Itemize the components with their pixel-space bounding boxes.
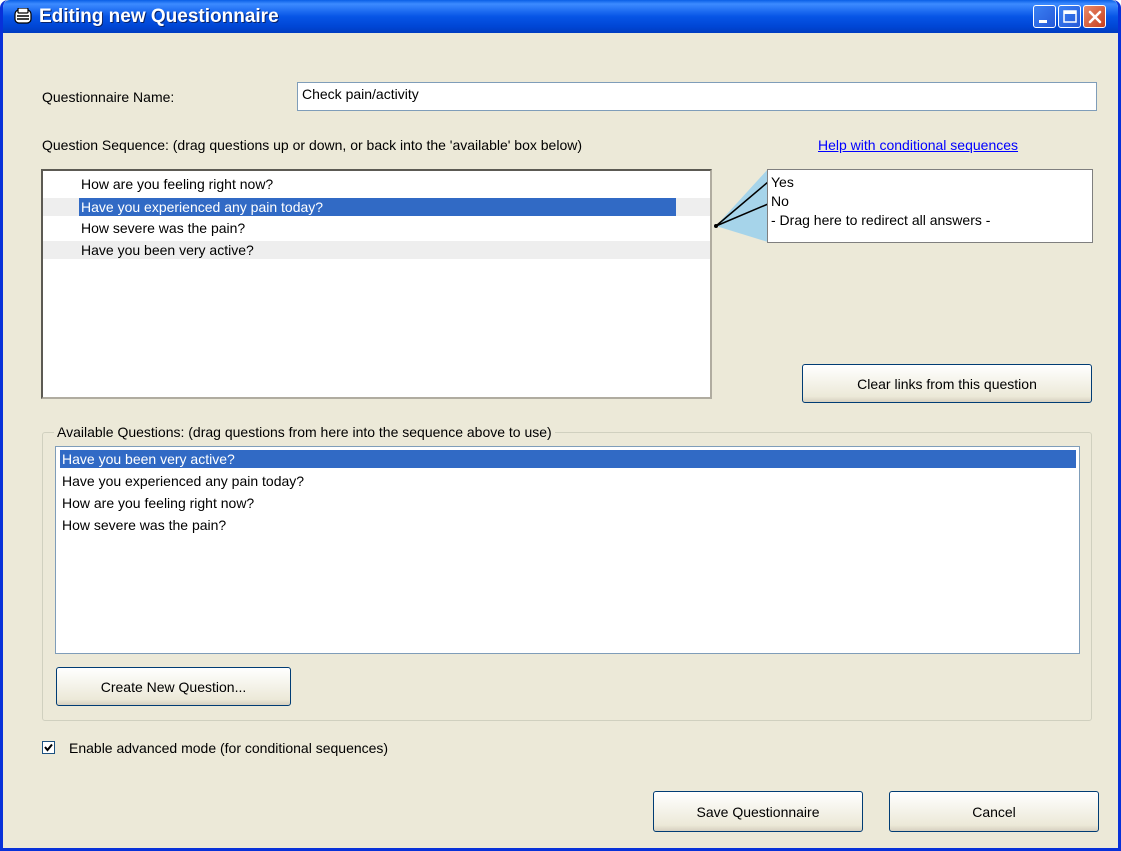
advanced-mode-checkbox[interactable] — [42, 741, 55, 754]
answer-links-list[interactable]: Yes No - Drag here to redirect all answe… — [767, 169, 1093, 243]
minimize-icon — [1039, 20, 1047, 23]
questionnaire-name-input[interactable]: Check pain/activity — [297, 82, 1097, 111]
help-conditional-link[interactable]: Help with conditional sequences — [818, 137, 1018, 153]
close-button[interactable] — [1083, 5, 1106, 28]
create-new-question-button[interactable]: Create New Question... — [56, 667, 291, 706]
sequence-item-selected[interactable]: Have you experienced any pain today? — [79, 198, 678, 216]
available-item-selected[interactable]: Have you been very active? — [60, 450, 1076, 468]
questionnaire-editor-window: Editing new Questionnaire Questionnaire … — [0, 0, 1121, 851]
sequence-row-band — [43, 198, 79, 216]
answer-link-connector — [714, 169, 769, 242]
sequence-item[interactable]: How severe was the pain? — [81, 219, 709, 237]
available-item[interactable]: How are you feeling right now? — [62, 494, 254, 512]
answer-no[interactable]: No — [771, 192, 789, 210]
available-questions-caption: Available Questions: (drag questions fro… — [54, 424, 555, 440]
checkmark-icon — [44, 743, 53, 752]
sequence-item[interactable]: How are you feeling right now? — [81, 175, 709, 193]
available-item[interactable]: Have you experienced any pain today? — [62, 472, 304, 490]
save-questionnaire-button[interactable]: Save Questionnaire — [653, 791, 863, 832]
app-icon — [14, 8, 32, 24]
maximize-icon — [1063, 10, 1077, 23]
available-item[interactable]: How severe was the pain? — [62, 516, 226, 534]
clear-links-button[interactable]: Clear links from this question — [802, 364, 1092, 403]
advanced-mode-label[interactable]: Enable advanced mode (for conditional se… — [69, 740, 388, 756]
question-sequence-label: Question Sequence: (drag questions up or… — [42, 137, 583, 153]
close-icon — [1088, 10, 1102, 24]
cancel-button[interactable]: Cancel — [889, 791, 1099, 832]
answer-redirect-all[interactable]: - Drag here to redirect all answers - — [771, 211, 990, 229]
questionnaire-name-label: Questionnaire Name: — [42, 89, 175, 105]
answer-yes[interactable]: Yes — [771, 173, 794, 191]
sequence-item[interactable]: Have you been very active? — [43, 241, 710, 259]
window-title: Editing new Questionnaire — [39, 6, 279, 27]
available-questions-list[interactable]: Have you been very active? Have you expe… — [55, 446, 1080, 654]
minimize-button[interactable] — [1033, 5, 1056, 28]
title-bar[interactable]: Editing new Questionnaire — [3, 0, 1118, 33]
maximize-button[interactable] — [1058, 5, 1081, 28]
sequence-row-band — [676, 198, 710, 216]
question-sequence-list[interactable]: How are you feeling right now? Have you … — [41, 169, 712, 399]
